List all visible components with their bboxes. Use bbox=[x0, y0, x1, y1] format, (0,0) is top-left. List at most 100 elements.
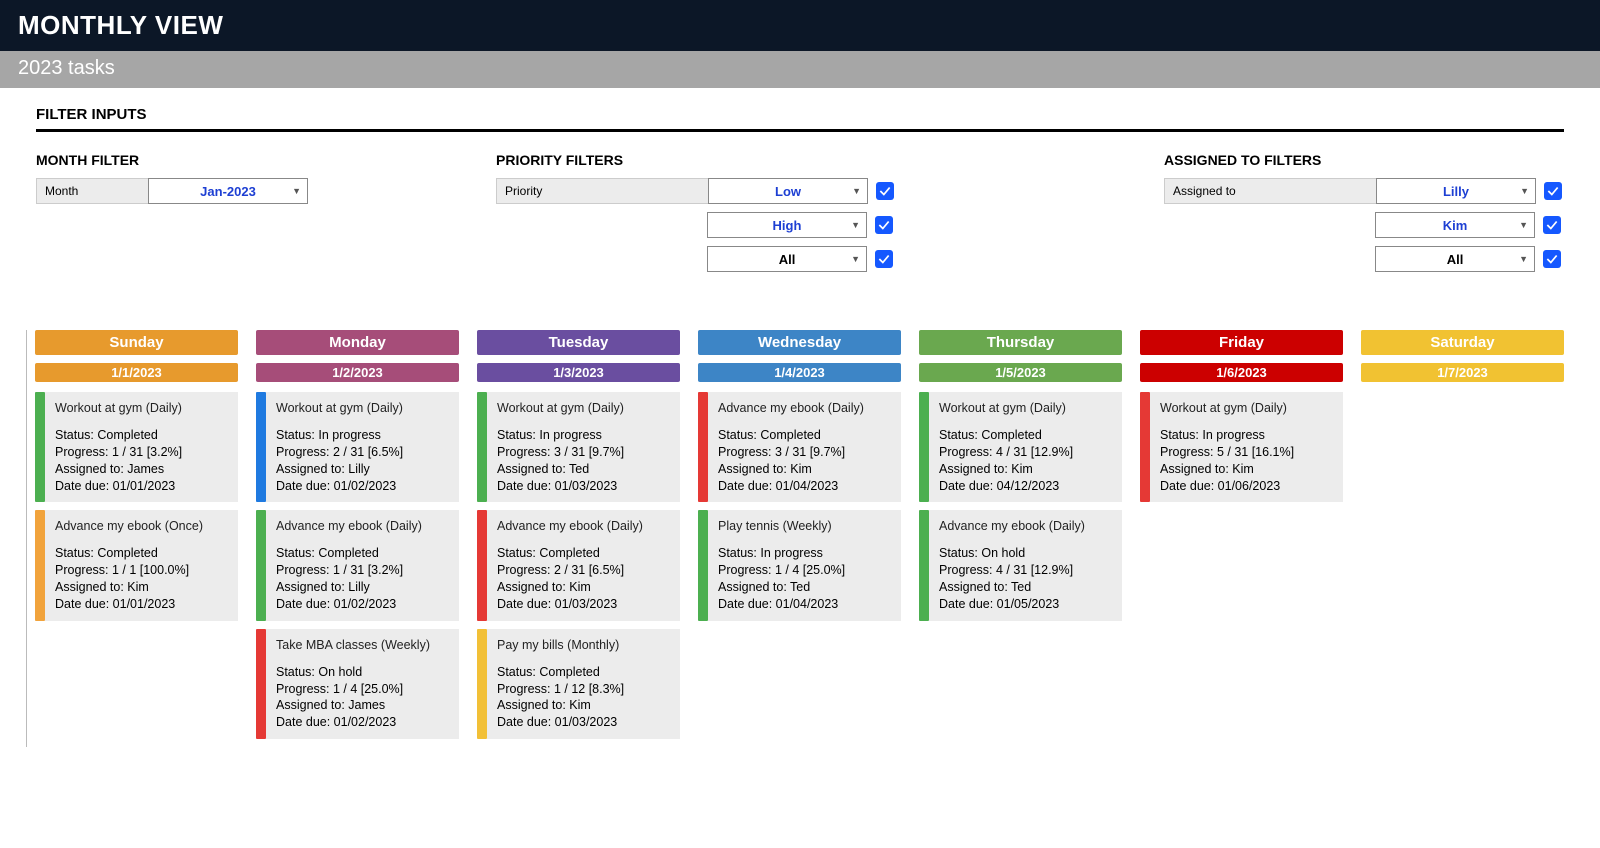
filter-checkbox[interactable] bbox=[1543, 216, 1561, 234]
task-body: Advance my ebook (Daily)Status: On holdP… bbox=[929, 510, 1122, 620]
dropdown-value: Low bbox=[775, 184, 801, 199]
priority-dropdown[interactable]: All▼ bbox=[707, 246, 867, 272]
task-title: Play tennis (Weekly) bbox=[718, 518, 891, 535]
task-title: Take MBA classes (Weekly) bbox=[276, 637, 449, 654]
task-title: Workout at gym (Daily) bbox=[1160, 400, 1333, 417]
status-stripe bbox=[35, 510, 45, 620]
task-assigned: Assigned to: Kim bbox=[55, 579, 228, 596]
task-assigned: Assigned to: James bbox=[276, 697, 449, 714]
task-card[interactable]: Pay my bills (Monthly)Status: CompletedP… bbox=[477, 629, 680, 739]
caret-down-icon: ▼ bbox=[1519, 220, 1528, 230]
assigned-dropdown[interactable]: All ▼ bbox=[1375, 246, 1535, 272]
task-body: Take MBA classes (Weekly) Status: On hold… bbox=[266, 629, 459, 739]
status-stripe bbox=[35, 392, 45, 502]
priority-dropdown[interactable]: Low ▼ bbox=[708, 178, 868, 204]
task-card[interactable]: Advance my ebook (Daily)Status: On holdP… bbox=[919, 510, 1122, 620]
day-column: Friday1/6/2023Workout at gym (Daily)Stat… bbox=[1140, 330, 1343, 747]
task-status: Status: Completed bbox=[55, 545, 228, 562]
day-column: Saturday 1/7/2023 bbox=[1361, 330, 1564, 747]
caret-down-icon: ▼ bbox=[292, 186, 301, 196]
task-title: Advance my ebook (Daily) bbox=[939, 518, 1112, 535]
day-header: Thursday bbox=[919, 330, 1122, 355]
status-stripe bbox=[256, 629, 266, 739]
assigned-dropdown[interactable]: Kim▼ bbox=[1375, 212, 1535, 238]
task-title: Workout at gym (Daily) bbox=[939, 400, 1112, 417]
dropdown-value: All bbox=[1447, 252, 1464, 267]
task-due: Date due: 01/02/2023 bbox=[276, 478, 449, 495]
day-column: Monday1/2/2023Workout at gym (Daily)Stat… bbox=[256, 330, 459, 747]
day-header: Saturday bbox=[1361, 330, 1564, 355]
task-progress: Progress: 1 / 31 [3.2%] bbox=[55, 444, 228, 461]
task-card[interactable]: Workout at gym (Daily)Status: In progres… bbox=[477, 392, 680, 502]
task-title: Advance my ebook (Daily) bbox=[497, 518, 670, 535]
task-body: Workout at gym (Daily)Status: In progres… bbox=[1150, 392, 1343, 502]
month-filter-group: MONTH FILTER Month Jan-2023 ▼ bbox=[36, 152, 436, 212]
filter-row: MONTH FILTER Month Jan-2023 ▼ PRIORITY F… bbox=[36, 152, 1564, 280]
priority-filter-heading: PRIORITY FILTERS bbox=[496, 152, 936, 168]
caret-down-icon: ▼ bbox=[851, 254, 860, 264]
day-header: Wednesday bbox=[698, 330, 901, 355]
day-column: Tuesday1/3/2023Workout at gym (Daily)Sta… bbox=[477, 330, 680, 747]
task-progress: Progress: 1 / 12 [8.3%] bbox=[497, 681, 670, 698]
status-stripe bbox=[477, 629, 487, 739]
month-filter-label: Month bbox=[36, 178, 148, 204]
caret-down-icon: ▼ bbox=[851, 220, 860, 230]
task-title: Pay my bills (Monthly) bbox=[497, 637, 670, 654]
task-card[interactable]: Workout at gym (Daily)Status: CompletedP… bbox=[35, 392, 238, 502]
task-title: Advance my ebook (Once) bbox=[55, 518, 228, 535]
task-status: Status: Completed bbox=[497, 545, 670, 562]
status-stripe bbox=[698, 392, 708, 502]
assigned-dropdown[interactable]: Lilly▼ bbox=[1376, 178, 1536, 204]
task-due: Date due: 01/01/2023 bbox=[55, 596, 228, 613]
task-progress: Progress: 3 / 31 [9.7%] bbox=[718, 444, 891, 461]
status-stripe bbox=[256, 392, 266, 502]
task-progress: Progress: 4 / 31 [12.9%] bbox=[939, 562, 1112, 579]
task-progress: Progress: 1 / 1 [100.0%] bbox=[55, 562, 228, 579]
caret-down-icon: ▼ bbox=[852, 186, 861, 196]
caret-down-icon: ▼ bbox=[1519, 254, 1528, 264]
page-title: MONTHLY VIEW bbox=[0, 0, 1600, 51]
task-title: Advance my ebook (Daily) bbox=[718, 400, 891, 417]
task-progress: Progress: 4 / 31 [12.9%] bbox=[939, 444, 1112, 461]
task-title: Workout at gym (Daily) bbox=[276, 400, 449, 417]
task-card[interactable]: Workout at gym (Daily) Status: In progres… bbox=[256, 392, 459, 502]
task-assigned: Assigned to: Lilly bbox=[276, 461, 449, 478]
task-progress: Progress: 2 / 31 [6.5%] bbox=[276, 444, 449, 461]
month-dropdown[interactable]: Jan-2023 ▼ bbox=[148, 178, 308, 204]
task-status: Status: In progress bbox=[718, 545, 891, 562]
filter-checkbox[interactable] bbox=[1543, 250, 1561, 268]
task-card[interactable]: Advance my ebook (Daily) Status: Complete… bbox=[477, 510, 680, 620]
filter-checkbox[interactable] bbox=[876, 182, 894, 200]
task-body: Workout at gym (Daily)Status: In progres… bbox=[487, 392, 680, 502]
task-card[interactable]: Advance my ebook (Once) Status: Completed… bbox=[35, 510, 238, 620]
status-stripe bbox=[256, 510, 266, 620]
day-date: 1/7/2023 bbox=[1361, 363, 1564, 382]
task-card[interactable]: Play tennis (Weekly)Status: In progressP… bbox=[698, 510, 901, 620]
day-date: 1/2/2023 bbox=[256, 363, 459, 382]
task-card[interactable]: Workout at gym (Daily)Status: CompletedP… bbox=[919, 392, 1122, 502]
task-status: Status: In progress bbox=[497, 427, 670, 444]
day-date: 1/4/2023 bbox=[698, 363, 901, 382]
task-status: Status: In progress bbox=[276, 427, 449, 444]
dropdown-value: High bbox=[773, 218, 802, 233]
filter-checkbox[interactable] bbox=[1544, 182, 1562, 200]
task-body: Workout at gym (Daily) Status: In progres… bbox=[266, 392, 459, 502]
task-due: Date due: 01/04/2023 bbox=[718, 478, 891, 495]
priority-dropdown[interactable]: High ▼ bbox=[707, 212, 867, 238]
task-card[interactable]: Advance my ebook (Daily)Status: Complete… bbox=[256, 510, 459, 620]
filter-spacer bbox=[1164, 220, 1375, 230]
task-status: Status: On hold bbox=[276, 664, 449, 681]
task-card[interactable]: Take MBA classes (Weekly) Status: On hold… bbox=[256, 629, 459, 739]
filter-checkbox[interactable] bbox=[875, 216, 893, 234]
task-card[interactable]: Workout at gym (Daily)Status: In progres… bbox=[1140, 392, 1343, 502]
task-progress: Progress: 1 / 31 [3.2%] bbox=[276, 562, 449, 579]
task-title: Workout at gym (Daily) bbox=[55, 400, 228, 417]
task-assigned: Assigned to: Kim bbox=[1160, 461, 1333, 478]
task-card[interactable]: Advance my ebook (Daily)Status: Complete… bbox=[698, 392, 901, 502]
day-header: Friday bbox=[1140, 330, 1343, 355]
filter-checkbox[interactable] bbox=[875, 250, 893, 268]
day-date: 1/3/2023 bbox=[477, 363, 680, 382]
task-body: Play tennis (Weekly)Status: In progressP… bbox=[708, 510, 901, 620]
task-assigned: Assigned to: Kim bbox=[497, 579, 670, 596]
task-due: Date due: 01/01/2023 bbox=[55, 478, 228, 495]
